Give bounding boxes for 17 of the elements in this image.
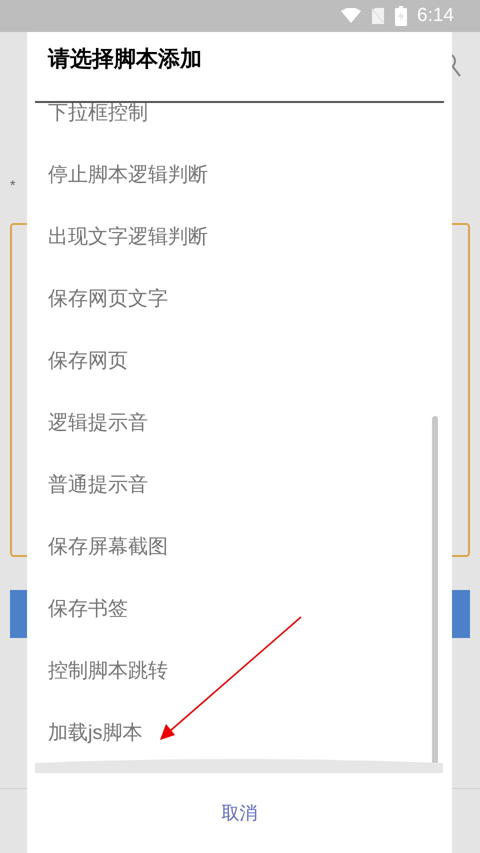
script-option[interactable]: 加载js脚本 <box>48 718 142 748</box>
wifi-icon <box>341 8 362 24</box>
script-option[interactable]: 保存书签 <box>48 594 128 624</box>
script-option[interactable]: 逻辑提示音 <box>48 408 148 438</box>
script-option[interactable]: 保存网页文字 <box>48 284 168 314</box>
script-option[interactable]: 保存屏幕截图 <box>48 532 168 562</box>
field-label: * <box>10 177 16 193</box>
script-option[interactable]: 停止脚本逻辑判断 <box>48 160 208 190</box>
script-option[interactable]: 普通提示音 <box>48 470 148 500</box>
script-option[interactable]: 控制脚本跳转 <box>48 656 168 686</box>
no-sim-icon <box>371 7 386 25</box>
script-option[interactable]: 保存网页 <box>48 346 128 376</box>
status-time: 6:14 <box>417 4 454 28</box>
script-option[interactable]: 出现文字逻辑判断 <box>48 222 208 252</box>
battery-charging-icon <box>395 6 408 26</box>
dialog-title: 请选择脚本添加 <box>48 45 203 73</box>
cancel-button[interactable]: 取消 <box>206 792 274 834</box>
